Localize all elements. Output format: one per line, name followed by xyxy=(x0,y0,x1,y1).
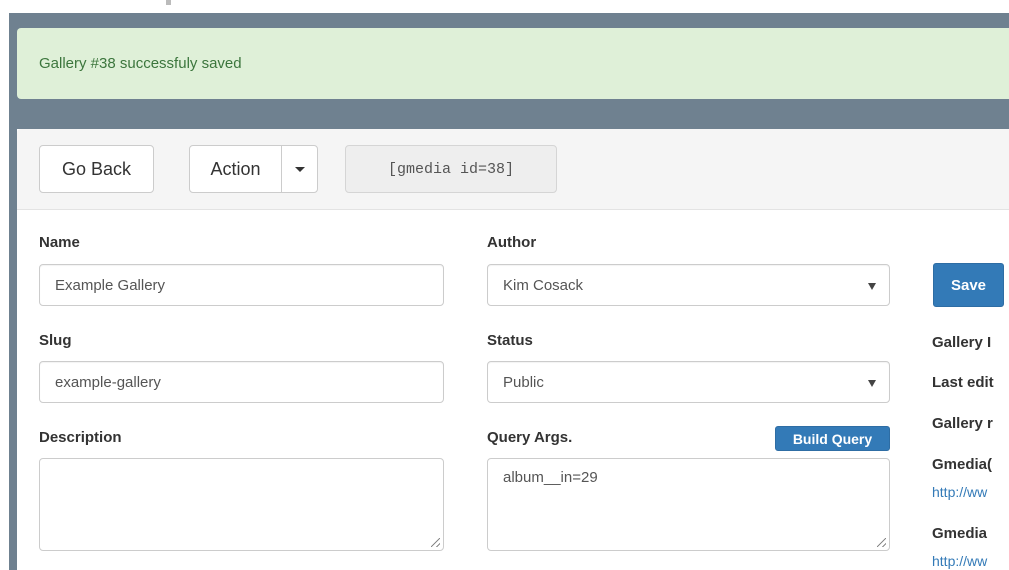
window-edge-marker xyxy=(166,0,171,5)
gmedia-cloud-label: Gmedia( xyxy=(932,456,993,473)
save-button[interactable]: Save xyxy=(933,263,1004,307)
gallery-id-label: Gallery I xyxy=(932,334,992,351)
build-query-label: Build Query xyxy=(792,430,873,447)
gmedia-link-label: Gmedia xyxy=(932,525,988,542)
name-input-value: Example Gallery xyxy=(55,276,166,294)
gallery-shortcode-text: [gmedia id=38] xyxy=(387,160,515,178)
author-label: Author xyxy=(487,234,537,251)
gallery-edit-panel: Go Back Action [gmedia id=38] Name Examp… xyxy=(17,129,1009,570)
query-args-label: Query Args. xyxy=(487,429,573,446)
query-args-textarea[interactable]: album__in=29 xyxy=(487,458,890,551)
go-back-label: Go Back xyxy=(61,158,132,179)
success-alert-message: Gallery #38 successfuly saved xyxy=(39,55,242,72)
last-edited-label: Last edit xyxy=(932,374,994,391)
status-select[interactable]: Public xyxy=(487,361,890,403)
author-selected-value: Kim Cosack xyxy=(503,276,584,294)
panel-toolbar: Go Back Action [gmedia id=38] xyxy=(17,129,1009,210)
slug-input[interactable]: example-gallery xyxy=(39,361,444,403)
action-label: Action xyxy=(210,158,261,179)
save-label: Save xyxy=(950,276,987,294)
description-label: Description xyxy=(39,429,122,446)
slug-input-value: example-gallery xyxy=(55,373,161,391)
status-selected-value: Public xyxy=(503,373,544,391)
name-input[interactable]: Example Gallery xyxy=(39,264,444,306)
query-args-value: album__in=29 xyxy=(503,469,598,486)
status-label: Status xyxy=(487,332,533,349)
action-button[interactable]: Action xyxy=(189,145,282,193)
gmedia-link[interactable]: http://ww xyxy=(932,553,987,569)
caret-down-icon xyxy=(294,166,305,172)
go-back-button[interactable]: Go Back xyxy=(39,145,154,193)
gallery-module-label: Gallery r xyxy=(932,415,993,432)
gallery-shortcode[interactable]: [gmedia id=38] xyxy=(345,145,557,193)
description-textarea[interactable] xyxy=(39,458,444,551)
action-dropdown-toggle[interactable] xyxy=(281,145,318,193)
gmedia-cloud-link[interactable]: http://ww xyxy=(932,484,987,500)
author-select[interactable]: Kim Cosack xyxy=(487,264,890,306)
success-alert: Gallery #38 successfuly saved xyxy=(17,28,1009,99)
build-query-button[interactable]: Build Query xyxy=(775,426,890,451)
resize-handle-icon[interactable] xyxy=(431,538,440,547)
slug-label: Slug xyxy=(39,332,72,349)
resize-handle-icon[interactable] xyxy=(877,538,886,547)
name-label: Name xyxy=(39,234,80,251)
